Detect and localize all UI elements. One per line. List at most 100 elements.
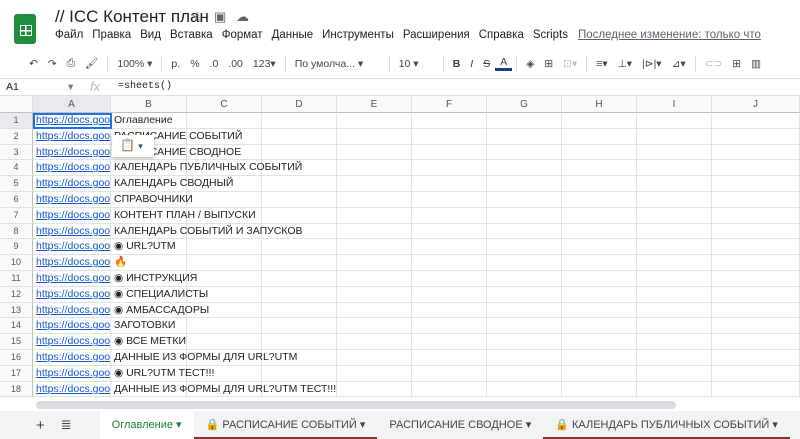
empty-cell[interactable] <box>262 176 337 192</box>
empty-cell[interactable] <box>412 128 487 145</box>
cell-a[interactable]: https://docs.goog <box>33 381 111 398</box>
cell-b[interactable]: ◉ ВСЕ МЕТКИ <box>111 334 187 350</box>
empty-cell[interactable] <box>637 223 712 240</box>
empty-cell[interactable] <box>412 365 487 382</box>
empty-cell[interactable] <box>262 239 337 256</box>
link-icon[interactable]: ⊂⊃ <box>700 58 728 70</box>
empty-cell[interactable] <box>337 223 412 240</box>
empty-cell[interactable] <box>712 365 800 382</box>
empty-cell[interactable] <box>712 144 800 161</box>
menu-item[interactable]: Данные <box>272 29 314 41</box>
empty-cell[interactable] <box>412 192 487 208</box>
empty-cell[interactable] <box>712 350 800 366</box>
cell-b[interactable]: ◉ ИНСТРУКЦИЯ <box>111 271 197 287</box>
empty-cell[interactable] <box>487 334 562 350</box>
cell-link[interactable]: https://docs.goog <box>36 335 110 347</box>
cell-link[interactable]: https://docs.goog <box>36 256 110 268</box>
empty-cell[interactable] <box>262 302 337 319</box>
cell-a[interactable]: https://docs.goog <box>33 302 111 319</box>
cell-a[interactable]: https://docs.goog <box>33 271 111 287</box>
cell-link[interactable]: https://docs.goog <box>36 272 110 284</box>
cell-link[interactable]: https://docs.goog <box>36 130 110 142</box>
empty-cell[interactable] <box>562 192 637 208</box>
empty-cell[interactable] <box>637 350 712 366</box>
cell-b[interactable]: КАЛЕНДАРЬ ПУБЛИЧНЫХ СОБЫТИЙ <box>111 160 302 177</box>
empty-cell[interactable] <box>637 365 712 382</box>
font-size-select[interactable]: 10 ▾ <box>394 58 439 70</box>
cell-b[interactable]: КАЛЕНДАРЬ СОБЫТИЙ И ЗАПУСКОВ <box>111 223 303 240</box>
redo-icon[interactable]: ↷ <box>43 58 62 70</box>
paste-options-button[interactable]: 📋 ▾ <box>112 135 154 157</box>
column-header[interactable]: A <box>33 96 111 113</box>
empty-cell[interactable] <box>337 160 412 177</box>
cell-b[interactable]: СПРАВОЧНИКИ <box>111 192 193 208</box>
empty-cell[interactable] <box>487 239 562 256</box>
empty-cell[interactable] <box>412 113 487 129</box>
row-header[interactable]: 12 <box>0 286 33 303</box>
empty-cell[interactable] <box>637 318 712 335</box>
empty-cell[interactable] <box>487 113 562 129</box>
column-header[interactable]: I <box>637 96 712 113</box>
row-header[interactable]: 11 <box>0 271 33 287</box>
cell-link[interactable]: https://docs.goog <box>36 161 110 173</box>
empty-cell[interactable] <box>337 302 412 319</box>
cell-link[interactable]: https://docs.goog <box>36 193 110 205</box>
empty-cell[interactable] <box>187 271 262 287</box>
cell-b[interactable]: Оглавление <box>111 113 187 129</box>
percent-button[interactable]: % <box>185 58 204 70</box>
cell-a[interactable]: https://docs.goog <box>33 239 111 256</box>
empty-cell[interactable] <box>487 381 562 398</box>
empty-cell[interactable] <box>262 207 337 224</box>
empty-cell[interactable] <box>487 160 562 177</box>
empty-cell[interactable] <box>562 302 637 319</box>
cell-link[interactable]: https://docs.goog <box>36 209 110 221</box>
cell-link[interactable]: https://docs.goog <box>36 383 110 395</box>
empty-cell[interactable] <box>412 144 487 161</box>
comment-icon[interactable]: ⊞ <box>727 58 746 70</box>
font-select[interactable]: По умолча... ▾ <box>290 58 385 70</box>
empty-cell[interactable] <box>637 176 712 192</box>
empty-cell[interactable] <box>637 302 712 319</box>
empty-cell[interactable] <box>562 381 637 398</box>
empty-cell[interactable] <box>637 192 712 208</box>
row-header[interactable]: 18 <box>0 381 33 398</box>
text-rotation-icon[interactable]: ⊿▾ <box>667 58 691 70</box>
cell-b[interactable]: ◉ URL?UTM ТЕСТ!!! <box>111 365 214 382</box>
empty-cell[interactable] <box>337 286 412 303</box>
empty-cell[interactable] <box>337 365 412 382</box>
empty-cell[interactable] <box>337 318 412 335</box>
star-icon[interactable]: ☆ <box>192 9 204 25</box>
empty-cell[interactable] <box>262 255 337 271</box>
empty-cell[interactable] <box>412 381 487 398</box>
empty-cell[interactable] <box>412 318 487 335</box>
empty-cell[interactable] <box>712 255 800 271</box>
empty-cell[interactable] <box>337 381 412 398</box>
select-all-corner[interactable] <box>0 96 33 113</box>
empty-cell[interactable] <box>337 350 412 366</box>
currency-button[interactable]: р. <box>166 58 185 70</box>
cell-a[interactable]: https://docs.goog <box>33 286 111 303</box>
menu-item[interactable]: Формат <box>222 29 263 41</box>
empty-cell[interactable] <box>712 334 800 350</box>
empty-cell[interactable] <box>712 128 800 145</box>
empty-cell[interactable] <box>262 144 337 161</box>
empty-cell[interactable] <box>637 207 712 224</box>
cell-a[interactable]: https://docs.goog <box>33 128 111 145</box>
cell-a[interactable]: https://docs.goog <box>33 176 111 192</box>
empty-cell[interactable] <box>487 192 562 208</box>
bold-button[interactable]: B <box>448 58 466 70</box>
sheets-logo[interactable] <box>14 14 36 44</box>
column-header[interactable]: E <box>337 96 412 113</box>
empty-cell[interactable] <box>487 365 562 382</box>
cell-a[interactable]: https://docs.goog <box>33 255 111 271</box>
horizontal-scrollbar[interactable] <box>36 401 676 409</box>
empty-cell[interactable] <box>337 334 412 350</box>
empty-cell[interactable] <box>712 223 800 240</box>
menu-item[interactable]: Вставка <box>170 29 213 41</box>
row-header[interactable]: 10 <box>0 255 33 271</box>
empty-cell[interactable] <box>562 207 637 224</box>
empty-cell[interactable] <box>262 271 337 287</box>
empty-cell[interactable] <box>562 239 637 256</box>
empty-cell[interactable] <box>337 239 412 256</box>
cell-b[interactable]: ДАННЫЕ ИЗ ФОРМЫ ДЛЯ URL?UTM ТЕСТ!!! <box>111 381 336 398</box>
